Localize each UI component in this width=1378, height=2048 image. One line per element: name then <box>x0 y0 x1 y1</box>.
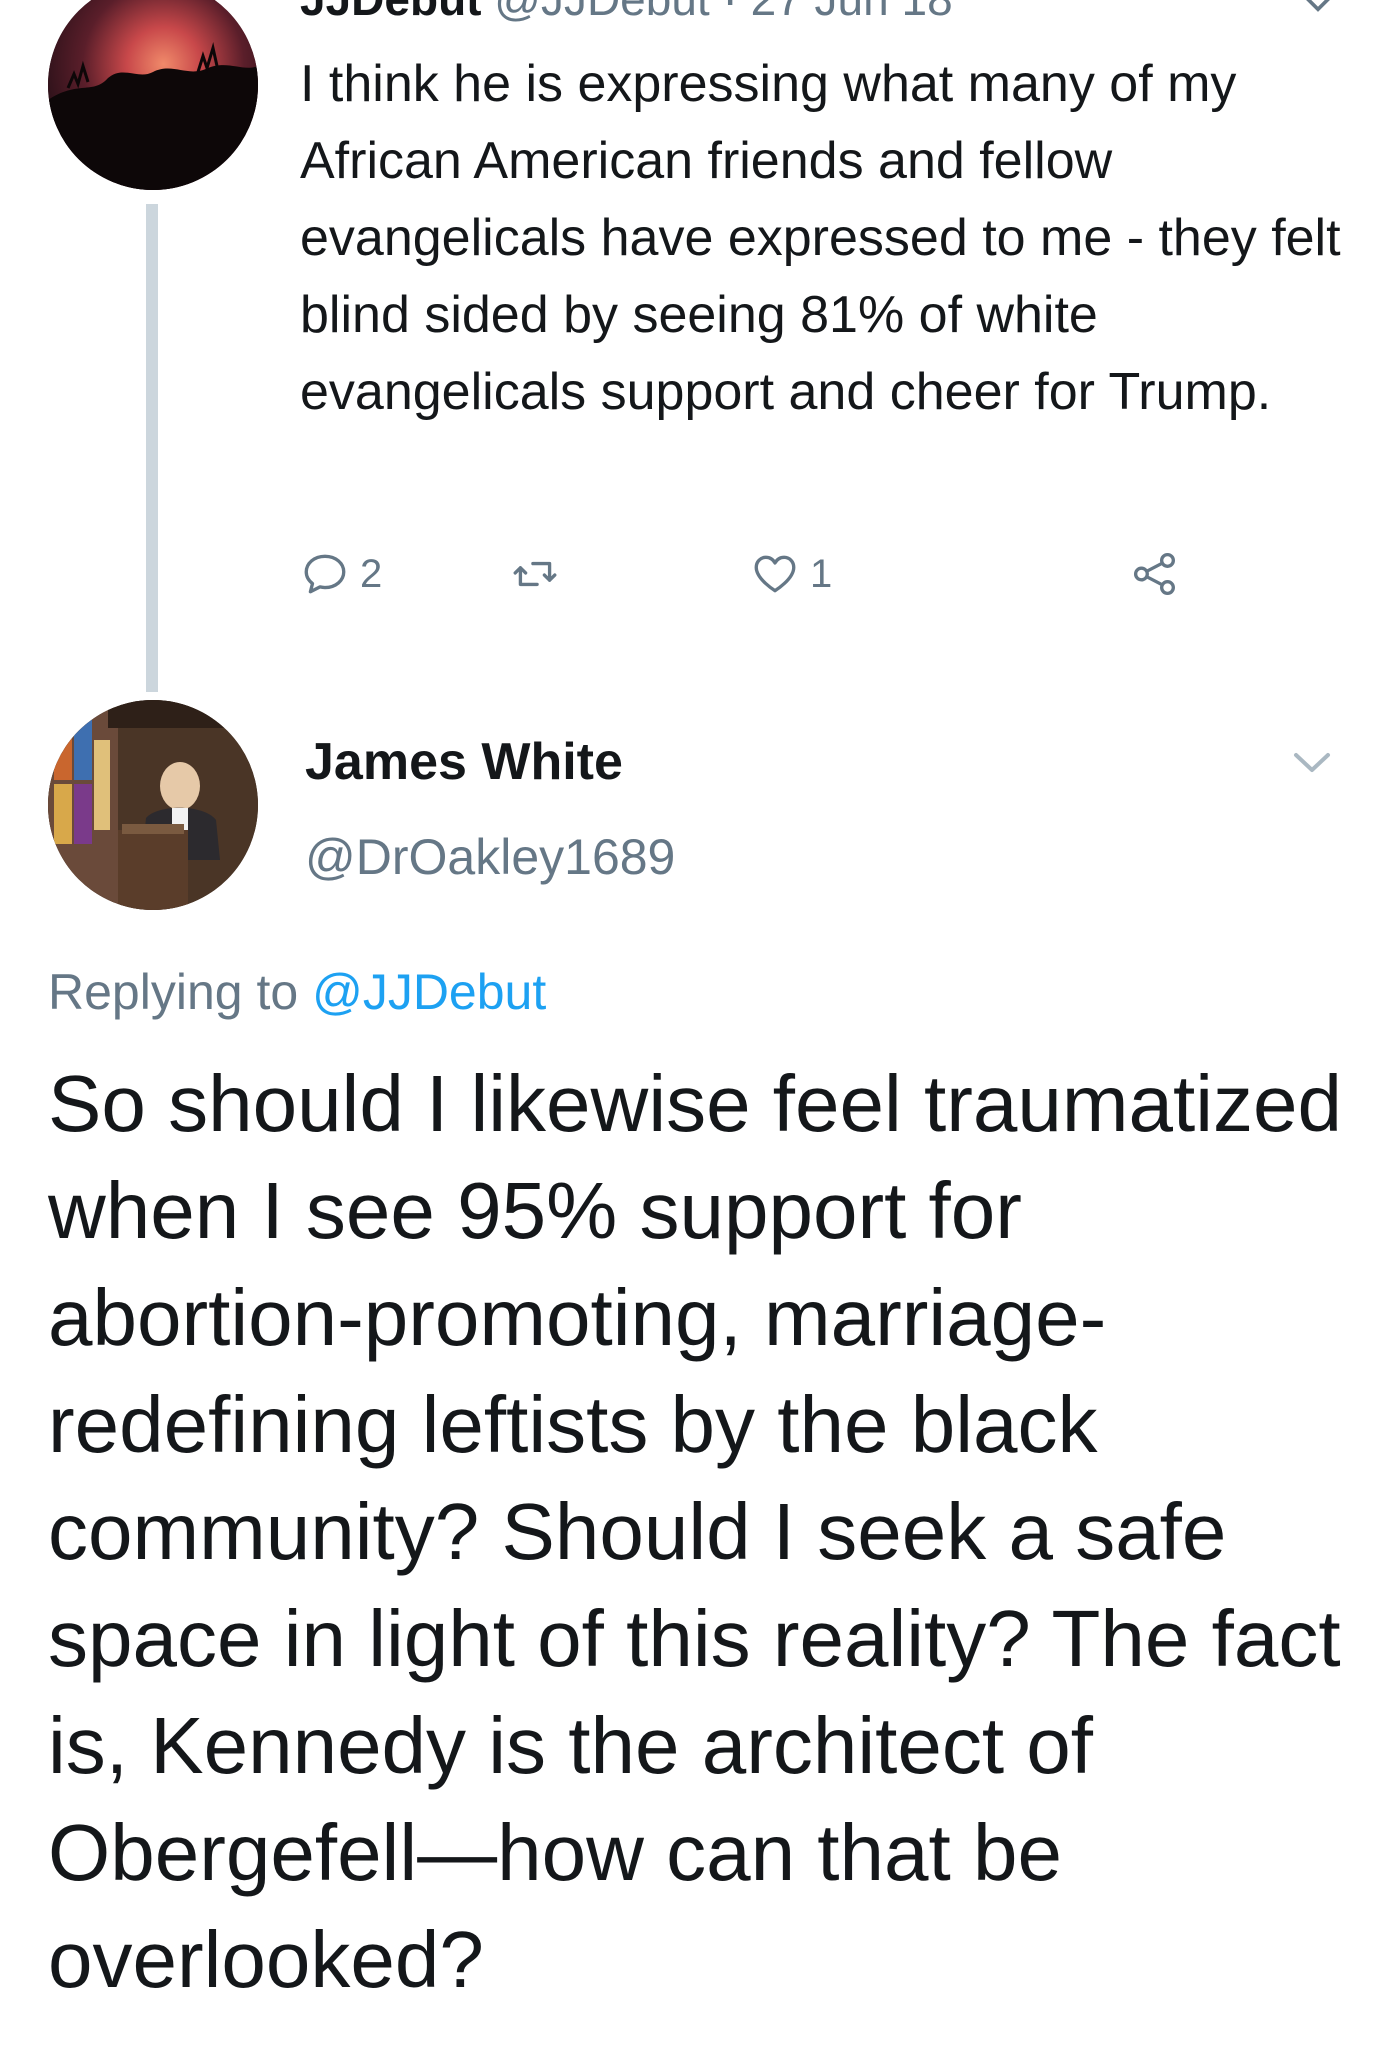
parent-tweet-header: JJDebut @JJDebut · 27 Jun 18 <box>300 0 1340 24</box>
preacher-avatar-image <box>48 700 258 910</box>
share-icon <box>1133 552 1175 596</box>
author-avatar[interactable] <box>48 700 258 910</box>
replying-to-line: Replying to @JJDebut <box>48 960 546 1024</box>
like-count: 1 <box>810 551 833 596</box>
parent-handle[interactable]: @JJDebut <box>494 0 709 24</box>
like-icon <box>754 555 796 593</box>
retweet-button[interactable] <box>510 542 570 606</box>
chevron-down-icon[interactable] <box>1296 0 1340 24</box>
replying-to-mention[interactable]: @JJDebut <box>312 964 546 1020</box>
replying-to-label: Replying to <box>48 964 299 1020</box>
author-display-name[interactable]: James White <box>305 730 623 794</box>
thread-connector-line <box>146 204 158 692</box>
parent-tweet-actions: 2 1 <box>300 542 1300 606</box>
retweet-icon <box>513 561 557 587</box>
parent-timestamp: · 27 Jun 18 <box>723 0 953 24</box>
parent-timestamp-value: 27 Jun 18 <box>751 0 953 24</box>
reply-icon <box>304 554 346 594</box>
like-button[interactable]: 1 <box>750 542 832 606</box>
reply-button[interactable]: 2 <box>300 542 382 606</box>
parent-tweet-text: I think he is expressing what many of my… <box>300 55 1341 421</box>
main-tweet-text: So should I likewise feel traumatized wh… <box>48 1059 1342 2004</box>
share-button[interactable] <box>1130 542 1180 606</box>
parent-avatar[interactable] <box>48 0 258 190</box>
author-handle[interactable]: @DrOakley1689 <box>305 825 675 889</box>
reply-count: 2 <box>360 551 383 596</box>
chevron-down-icon[interactable] <box>1288 738 1336 786</box>
sunset-avatar-image <box>48 0 258 190</box>
parent-display-name[interactable]: JJDebut <box>300 0 481 24</box>
